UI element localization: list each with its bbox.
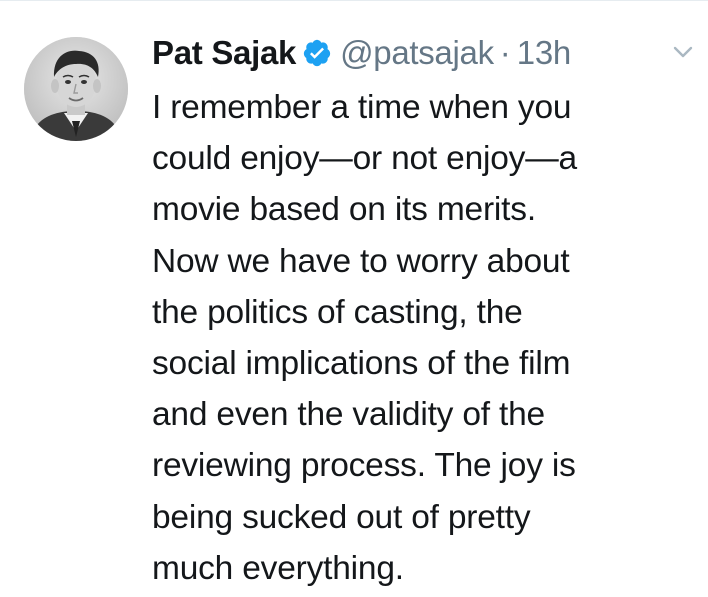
tweet-header: Pat Sajak @patsajak · 13h <box>152 30 571 76</box>
tweet-text-line: the politics of casting, the <box>152 293 523 331</box>
tweet-text: I remember a time when you could enjoy—o… <box>152 82 692 594</box>
timestamp[interactable]: 13h <box>517 34 571 72</box>
separator-dot: · <box>499 34 511 71</box>
verified-badge-icon <box>302 38 332 68</box>
profile-photo-icon <box>24 37 128 141</box>
tweet-text-line: much everything. <box>152 549 404 587</box>
tweet[interactable]: Pat Sajak @patsajak · 13h I remember a t… <box>0 0 708 597</box>
display-name[interactable]: Pat Sajak <box>152 34 296 72</box>
tweet-text-line: could enjoy—or not enjoy—a <box>152 140 577 178</box>
user-handle[interactable]: @patsajak <box>340 34 494 72</box>
tweet-text-line: social implications of the film <box>152 345 571 383</box>
tweet-text-line: reviewing process. The joy is <box>152 447 576 485</box>
tweet-text-line: being sucked out of pretty <box>152 498 531 536</box>
tweet-text-line: Now we have to worry about <box>152 242 570 280</box>
tweet-text-line: and even the validity of the <box>152 396 545 434</box>
tweet-text-line: I remember a time when you <box>152 89 572 126</box>
avatar[interactable] <box>24 37 128 141</box>
chevron-down-icon[interactable] <box>672 44 694 60</box>
tweet-text-line: movie based on its merits. <box>152 191 536 229</box>
